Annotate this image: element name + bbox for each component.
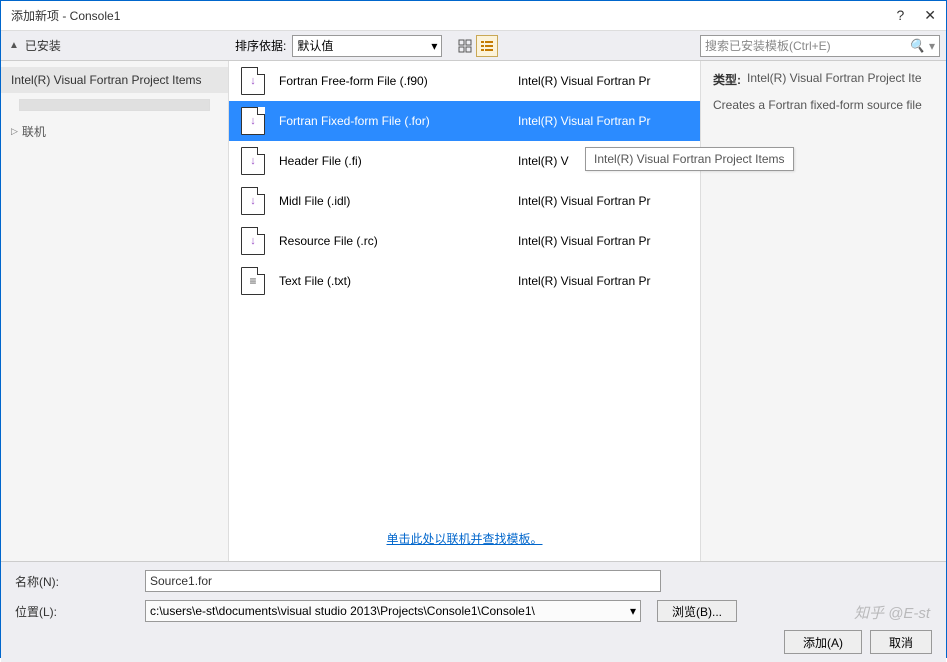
location-value: c:\users\e-st\documents\visual studio 20… xyxy=(150,604,535,618)
name-input[interactable]: Source1.for xyxy=(145,570,661,592)
chevron-up-icon: ▲ xyxy=(9,40,19,51)
details-panel: 类型: Intel(R) Visual Fortran Project Ite … xyxy=(700,61,946,561)
toolbar: ▲ 已安装 排序依据: 默认值 ▾ 搜索已安装模板(Ctrl+E) 🔍 ▾ xyxy=(1,31,946,61)
online-label: 联机 xyxy=(22,123,46,140)
window-title: 添加新项 - Console1 xyxy=(11,7,896,24)
search-input[interactable]: 搜索已安装模板(Ctrl+E) 🔍 ▾ xyxy=(700,35,940,57)
chevron-down-icon: ▾ xyxy=(929,39,935,53)
sort-section: 排序依据: 默认值 ▾ xyxy=(229,35,504,57)
template-category: Intel(R) Visual Fortran Pr xyxy=(518,114,688,128)
template-category: Intel(R) Visual Fortran Pr xyxy=(518,234,688,248)
grid-view-button[interactable] xyxy=(454,35,476,57)
template-item-for[interactable]: Fortran Fixed-form File (.for) Intel(R) … xyxy=(229,101,700,141)
name-label: 名称(N): xyxy=(15,573,135,590)
close-button[interactable]: ✕ xyxy=(924,7,936,24)
chevron-down-icon: ▾ xyxy=(431,39,437,53)
location-label: 位置(L): xyxy=(15,603,135,620)
search-placeholder: 搜索已安装模板(Ctrl+E) xyxy=(705,37,909,54)
detail-type-row: 类型: Intel(R) Visual Fortran Project Ite xyxy=(713,71,934,88)
sidebar-item-online[interactable]: ▷ 联机 xyxy=(1,119,228,144)
template-name: Resource File (.rc) xyxy=(279,234,518,248)
template-name: Fortran Free-form File (.f90) xyxy=(279,74,518,88)
list-icon xyxy=(480,39,494,53)
template-list-panel: Fortran Free-form File (.f90) Intel(R) V… xyxy=(229,61,700,561)
file-icon xyxy=(241,187,265,215)
list-view-button[interactable] xyxy=(476,35,498,57)
bottom-panel: 名称(N): Source1.for 位置(L): c:\users\e-st\… xyxy=(1,561,946,662)
file-icon xyxy=(241,67,265,95)
template-list: Fortran Free-form File (.f90) Intel(R) V… xyxy=(229,61,700,301)
sidebar-category-fortran[interactable]: Intel(R) Visual Fortran Project Items xyxy=(1,67,228,93)
sort-dropdown[interactable]: 默认值 ▾ xyxy=(292,35,442,57)
template-item-idl[interactable]: Midl File (.idl) Intel(R) Visual Fortran… xyxy=(229,181,700,221)
search-icon: 🔍 xyxy=(909,38,925,54)
titlebar-buttons: ? ✕ xyxy=(896,7,936,24)
location-row: 位置(L): c:\users\e-st\documents\visual st… xyxy=(15,600,932,622)
main-area: Intel(R) Visual Fortran Project Items ▷ … xyxy=(1,61,946,561)
template-name: Midl File (.idl) xyxy=(279,194,518,208)
installed-header[interactable]: ▲ 已安装 xyxy=(1,31,229,60)
template-item-f90[interactable]: Fortran Free-form File (.f90) Intel(R) V… xyxy=(229,61,700,101)
template-category: Intel(R) Visual Fortran Pr xyxy=(518,74,688,88)
template-name: Header File (.fi) xyxy=(279,154,518,168)
detail-type-label: 类型: xyxy=(713,71,741,88)
installed-label: 已安装 xyxy=(25,37,61,54)
view-toggle xyxy=(454,35,498,57)
sidebar-scrollbar[interactable] xyxy=(19,99,210,111)
template-item-rc[interactable]: Resource File (.rc) Intel(R) Visual Fort… xyxy=(229,221,700,261)
location-dropdown[interactable]: c:\users\e-st\documents\visual studio 20… xyxy=(145,600,641,622)
sort-value: 默认值 xyxy=(297,37,333,54)
file-icon xyxy=(241,227,265,255)
grid-icon xyxy=(458,39,472,53)
sidebar: Intel(R) Visual Fortran Project Items ▷ … xyxy=(1,61,229,561)
add-button[interactable]: 添加(A) xyxy=(784,630,862,654)
template-name: Fortran Fixed-form File (.for) xyxy=(279,114,518,128)
titlebar: 添加新项 - Console1 ? ✕ xyxy=(1,1,946,31)
file-icon xyxy=(241,267,265,295)
name-row: 名称(N): Source1.for xyxy=(15,570,932,592)
chevron-down-icon: ▾ xyxy=(630,604,636,618)
cancel-button[interactable]: 取消 xyxy=(870,630,932,654)
dialog-buttons: 添加(A) 取消 xyxy=(15,630,932,654)
file-icon xyxy=(241,147,265,175)
caret-right-icon: ▷ xyxy=(11,126,18,137)
online-templates-link[interactable]: 单击此处以联机并查找模板。 xyxy=(386,530,542,547)
name-value: Source1.for xyxy=(150,574,212,588)
template-category: Intel(R) Visual Fortran Pr xyxy=(518,194,688,208)
template-name: Text File (.txt) xyxy=(279,274,518,288)
browse-button[interactable]: 浏览(B)... xyxy=(657,600,737,622)
help-button[interactable]: ? xyxy=(896,7,904,24)
file-icon xyxy=(241,107,265,135)
template-item-txt[interactable]: Text File (.txt) Intel(R) Visual Fortran… xyxy=(229,261,700,301)
tooltip: Intel(R) Visual Fortran Project Items xyxy=(585,147,794,171)
template-category: Intel(R) Visual Fortran Pr xyxy=(518,274,688,288)
detail-type-value: Intel(R) Visual Fortran Project Ite xyxy=(747,71,922,88)
sort-label: 排序依据: xyxy=(235,37,286,54)
detail-description: Creates a Fortran fixed-form source file xyxy=(713,96,934,114)
